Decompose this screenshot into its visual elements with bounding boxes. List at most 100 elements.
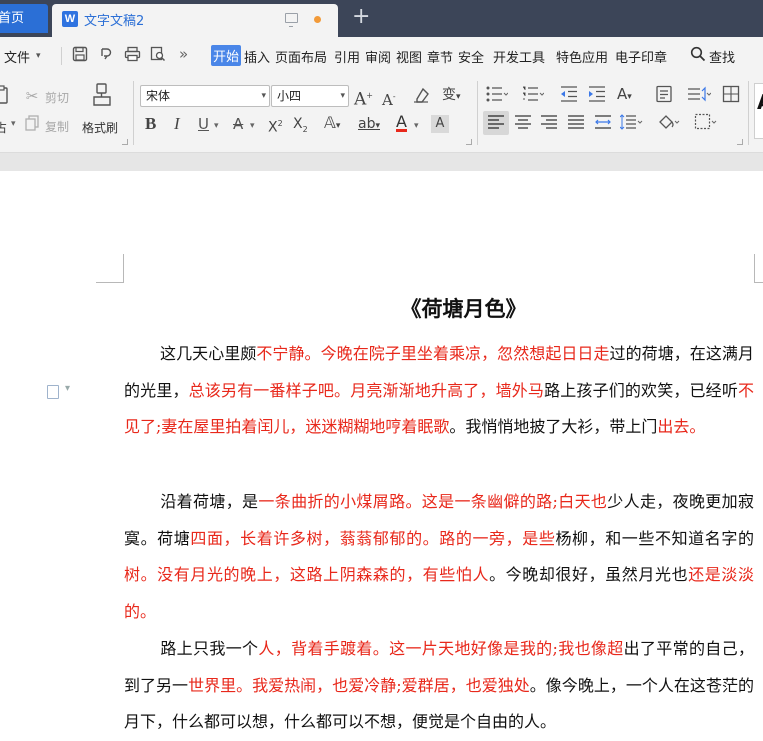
page-gap bbox=[0, 153, 763, 171]
writer-logo-icon: W bbox=[62, 11, 78, 27]
menu-e-seal[interactable]: 电子印章 bbox=[615, 47, 667, 66]
tab-home[interactable]: 首页 bbox=[0, 4, 48, 33]
new-tab-button[interactable]: + bbox=[352, 6, 370, 28]
paragraph-2: 沿着荷塘，是一条曲折的小煤屑路。这是一条幽僻的路;白天也少人走，夜晚更加寂寞。荷… bbox=[124, 484, 754, 630]
file-dropdown-icon[interactable]: ▾ bbox=[36, 51, 41, 61]
chevron-down-icon[interactable]: ▾ bbox=[261, 86, 266, 106]
font-size-combo[interactable]: 小四 ▾ bbox=[271, 85, 349, 107]
paragraph-1: 这几天心里颇不宁静。今晚在院子里坐着乘凉，忽然想起日日走过的荷塘，在这满月的光里… bbox=[124, 336, 754, 446]
cut-label[interactable]: 剪切 bbox=[45, 89, 69, 106]
highlighted-text-run: 总该另有一番样子吧。月亮渐渐地升高了，墙外马 bbox=[188, 380, 545, 400]
strikethrough-icon[interactable]: A bbox=[233, 115, 243, 133]
font-name-value: 宋体 bbox=[146, 89, 171, 103]
line-spacing-icon[interactable] bbox=[619, 114, 644, 134]
highlight-icon[interactable]: ab▾ bbox=[358, 115, 380, 135]
phonetic-guide-icon[interactable]: 变▾ bbox=[442, 86, 461, 106]
more-commands-icon[interactable]: » bbox=[179, 45, 188, 63]
save-icon[interactable] bbox=[71, 46, 89, 64]
chinese-layout-icon[interactable] bbox=[655, 85, 673, 107]
window-tab-bar: 首页 W 文字文稿2 + bbox=[0, 0, 763, 37]
shrink-font-icon[interactable]: A- bbox=[382, 88, 396, 109]
print-preview-icon[interactable] bbox=[149, 46, 167, 64]
menu-insert[interactable]: 插入 bbox=[244, 47, 270, 66]
menu-chapter[interactable]: 章节 bbox=[427, 47, 453, 66]
unsaved-dot-icon bbox=[314, 16, 321, 23]
italic-button[interactable]: I bbox=[174, 115, 180, 133]
text-run: 路上只我一个 bbox=[160, 639, 259, 658]
highlighted-text-run: 人，背着手踱着。这一片天地好像是我的;我也像超 bbox=[258, 639, 624, 658]
justify-button[interactable] bbox=[567, 114, 585, 134]
divider bbox=[133, 81, 134, 145]
highlighted-text-run: 一条曲折的小煤屑路。这是一条幽僻的路;白天也 bbox=[258, 492, 608, 511]
menu-review[interactable]: 审阅 bbox=[365, 47, 391, 66]
style-preview: A bbox=[757, 90, 763, 114]
paragraph-group-launcher[interactable] bbox=[737, 139, 743, 145]
tab-document[interactable]: W 文字文稿2 bbox=[52, 4, 338, 37]
table-grid-icon[interactable] bbox=[722, 85, 740, 107]
monitor-icon[interactable] bbox=[285, 13, 298, 27]
align-left-button[interactable] bbox=[483, 111, 509, 135]
bullet-list-icon[interactable] bbox=[486, 86, 509, 106]
search-icon[interactable] bbox=[689, 46, 707, 64]
menu-start[interactable]: 开始 bbox=[211, 45, 242, 66]
underline-button[interactable]: U bbox=[198, 115, 209, 133]
undo-icon[interactable] bbox=[97, 46, 115, 64]
decrease-indent-icon[interactable] bbox=[560, 86, 578, 106]
line-spacing-alt-icon[interactable] bbox=[687, 86, 712, 106]
document-page[interactable]: 《荷塘月色》 这几天心里颇不宁静。今晚在院子里坐着乘凉，忽然想起日日走过的荷塘，… bbox=[0, 171, 763, 731]
menu-view[interactable]: 视图 bbox=[396, 47, 422, 66]
shading-icon[interactable] bbox=[657, 113, 681, 135]
print-icon[interactable] bbox=[123, 46, 141, 64]
search-label[interactable]: 查找 bbox=[709, 47, 735, 66]
copy-label[interactable]: 复制 bbox=[45, 118, 69, 135]
numbered-list-icon[interactable] bbox=[522, 86, 545, 106]
menu-security[interactable]: 安全 bbox=[458, 47, 484, 66]
menu-file[interactable]: 文件 bbox=[4, 47, 30, 66]
distribute-button[interactable] bbox=[594, 114, 612, 134]
underline-dropdown-icon[interactable]: ▾ bbox=[214, 117, 219, 135]
font-group-launcher[interactable] bbox=[466, 139, 472, 145]
grow-font-icon[interactable]: A+ bbox=[354, 87, 373, 109]
strikethrough-dropdown-icon[interactable]: ▾ bbox=[250, 117, 255, 135]
font-size-value: 小四 bbox=[277, 89, 302, 103]
paste-icon[interactable] bbox=[0, 85, 10, 109]
superscript-icon[interactable]: X2 bbox=[268, 115, 283, 137]
menu-page-layout[interactable]: 页面布局 bbox=[275, 47, 327, 66]
highlighted-text-run: 不宁静。今晚在院子里坐着乘凉，忽然想起日日走 bbox=[256, 344, 610, 363]
text-run: 。今晚却很好，虽然月光也 bbox=[489, 565, 689, 584]
divider bbox=[61, 47, 62, 65]
paste-label[interactable]: 占 bbox=[0, 119, 7, 136]
align-center-button[interactable] bbox=[514, 114, 532, 134]
text-run: 路上孩子们的欢笑，已经听 bbox=[544, 380, 738, 400]
chevron-down-icon[interactable]: ▾ bbox=[340, 86, 345, 106]
highlighted-text-run: 四面，长着许多树，蓊蓊郁郁的。路的一旁，是些 bbox=[190, 528, 556, 548]
copy-icon[interactable] bbox=[24, 115, 40, 135]
subscript-icon[interactable]: X2 bbox=[293, 115, 308, 139]
increase-indent-icon[interactable] bbox=[588, 86, 606, 106]
menu-references[interactable]: 引用 bbox=[334, 47, 360, 66]
text-direction-icon[interactable]: A▾ bbox=[617, 85, 632, 106]
menu-developer[interactable]: 开发工具 bbox=[493, 47, 545, 66]
paragraph-layout-icon[interactable] bbox=[47, 383, 70, 399]
style-gallery[interactable]: A bbox=[754, 83, 763, 139]
char-shading-icon[interactable]: A bbox=[431, 115, 449, 133]
paste-dropdown-icon[interactable]: ▾ bbox=[11, 119, 16, 129]
font-color-icon[interactable]: A bbox=[396, 114, 407, 132]
menu-bar: 文件 ▾ » 开始 插入 页面布局 引用 审阅 视图 章节 安全 开发工具 特色… bbox=[0, 37, 763, 75]
text-effect-icon[interactable]: 𝔸▾ bbox=[324, 114, 340, 135]
font-color-dropdown-icon[interactable]: ▾ bbox=[414, 117, 419, 135]
ribbon-start: 占 ▾ ✂ 剪切 复制 格式刷 宋体 ▾ 小四 ▾ A+ A- 变▾ B I U… bbox=[0, 75, 763, 153]
text-run: 。我悄悄地披了大衫，带上门 bbox=[449, 417, 658, 436]
bold-button[interactable]: B bbox=[145, 115, 156, 133]
clear-format-icon[interactable] bbox=[411, 85, 431, 109]
scissors-icon[interactable]: ✂ bbox=[24, 87, 40, 105]
crop-mark-top-left bbox=[96, 254, 124, 283]
format-painter-icon[interactable] bbox=[90, 83, 114, 111]
menu-special-apps[interactable]: 特色应用 bbox=[556, 47, 608, 66]
divider bbox=[748, 81, 749, 145]
clipboard-group-launcher[interactable] bbox=[122, 139, 128, 145]
align-right-button[interactable] bbox=[540, 114, 558, 134]
borders-icon[interactable] bbox=[694, 113, 718, 135]
format-painter-label[interactable]: 格式刷 bbox=[82, 119, 118, 136]
font-name-combo[interactable]: 宋体 ▾ bbox=[140, 85, 270, 107]
